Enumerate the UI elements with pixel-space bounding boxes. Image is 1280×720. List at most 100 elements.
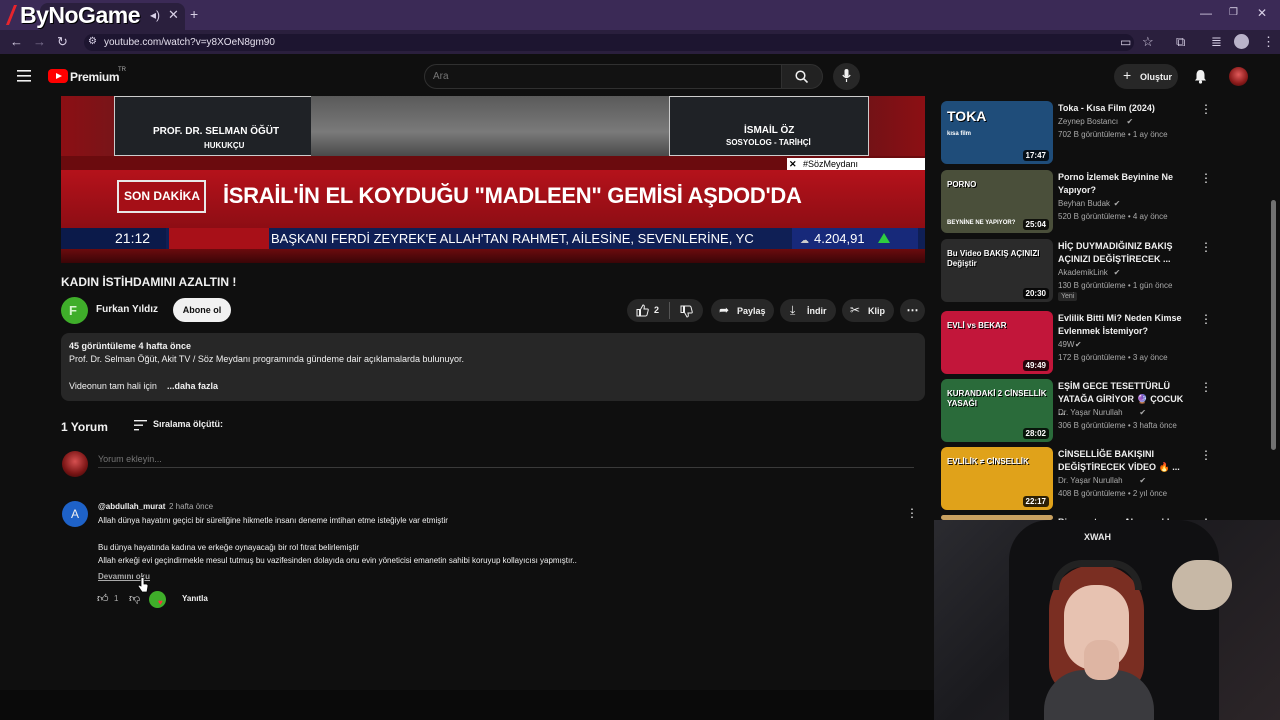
channel-name[interactable]: Furkan Yıldız — [96, 304, 158, 315]
bynogame-logo-icon — [6, 5, 17, 25]
creator-heart-avatar: ♥ — [149, 591, 166, 608]
recommendation-channel[interactable]: 49W — [1058, 340, 1074, 349]
recommendation-meta: 130 B görüntüleme • 1 gün önce — [1058, 281, 1173, 290]
clip-button[interactable]: ✂ Klip — [842, 299, 894, 322]
recommendation-channel[interactable]: Dr. Yaşar Nurullah — [1058, 476, 1123, 485]
recommendation-title[interactable]: Porno İzlemek Beyinine Ne Yapıyor? — [1058, 171, 1188, 197]
comment-like-count: 1 — [114, 594, 119, 603]
video-title: KADIN İSTİHDAMINI AZALTIN ! — [61, 275, 237, 289]
recommendation-channel[interactable]: Beyhan Budak — [1058, 199, 1110, 208]
search-input[interactable] — [433, 68, 733, 84]
video-duration: 49:49 — [1022, 360, 1049, 371]
x-logo-icon: ✕ — [789, 159, 797, 169]
recommendation-title[interactable]: Evlilik Bitti Mi? Neden Kimse Evlenmek İ… — [1058, 312, 1188, 338]
market-index: 4.204,91 — [814, 231, 865, 246]
minimize-icon[interactable]: — — [1200, 7, 1212, 19]
sort-label[interactable]: Sıralama ölçütü: — [153, 419, 223, 429]
recommendation-title[interactable]: Toka - Kısa Film (2024) — [1058, 102, 1188, 115]
recommendation-channel[interactable]: AkademikLink — [1058, 268, 1108, 277]
video-thumbnail[interactable]: EVLİLİK ≠ CİNSELLİK 22:17 — [941, 447, 1053, 510]
create-label: Oluştur — [1140, 72, 1173, 82]
comment-dislike-icon[interactable]: 👎︎ — [129, 592, 140, 605]
comment-count: 1 Yorum — [61, 420, 108, 434]
recommendation-menu-icon[interactable]: ⋮ — [1200, 313, 1212, 325]
thumbnail-text: EVLİ vs BEKAR — [947, 321, 1007, 330]
window-close-icon[interactable]: ✕ — [1257, 7, 1267, 19]
heart-icon: ♥ — [158, 598, 163, 607]
site-info-icon[interactable]: ⚙ — [88, 37, 97, 47]
recommendation-menu-icon[interactable]: ⋮ — [1200, 172, 1212, 184]
reload-icon[interactable]: ↻ — [57, 35, 68, 48]
tab-close-icon[interactable]: ✕ — [168, 8, 179, 21]
account-avatar[interactable] — [1229, 67, 1248, 86]
comment-input[interactable] — [98, 452, 913, 466]
recommendation-meta: 702 B görüntüleme • 1 ay önce — [1058, 130, 1168, 139]
video-player[interactable]: PROF. DR. SELMAN ÖĞÜT HUKUKÇU İSMAİL ÖZ … — [61, 96, 925, 263]
restore-icon[interactable]: ❐ — [1229, 8, 1238, 18]
youtube-logo-icon[interactable] — [48, 69, 68, 83]
profile-avatar[interactable] — [1234, 34, 1249, 49]
description-stats: 45 görüntüleme 4 hafta önce — [69, 341, 192, 351]
recommendation-meta: 520 B görüntüleme • 4 ay önce — [1058, 212, 1168, 221]
video-thumbnail[interactable]: EVLİ vs BEKAR 49:49 — [941, 311, 1053, 374]
share-button[interactable]: ➦ Paylaş — [711, 299, 774, 322]
recommendation-title[interactable]: HİÇ DUYMADIĞINIZ BAKIŞ AÇINIZI DEĞİŞTİRE… — [1058, 240, 1188, 266]
new-tab-icon[interactable]: + — [190, 7, 198, 21]
comment-line2: Bu dünya hayatında kadına ve erkeğe oyna… — [98, 543, 360, 552]
download-button[interactable]: ⤓ İndir — [780, 299, 836, 322]
video-thumbnail[interactable]: TOKA kısa film 17:47 — [941, 101, 1053, 164]
recommendation-channel[interactable]: Dr. Yaşar Nurullah — [1058, 408, 1123, 417]
verified-icon: ✔ — [1139, 408, 1147, 417]
comment-author[interactable]: @abdullah_murat — [98, 502, 165, 511]
reply-button[interactable]: Yanıtla — [182, 594, 208, 603]
video-thumbnail[interactable]: PORNO BEYNİNE NE YAPIYOR? 25:04 — [941, 170, 1053, 233]
thumbnail-subtext: kısa film — [947, 131, 972, 137]
recommendation-meta: 408 B görüntüleme • 2 yıl önce — [1058, 489, 1168, 498]
bookmark-star-icon[interactable]: ☆ — [1142, 35, 1154, 48]
recommendation-menu-icon[interactable]: ⋮ — [1200, 449, 1212, 461]
scrollbar[interactable] — [1271, 200, 1276, 450]
download-icon: ⤓ — [790, 303, 796, 317]
thumbnail-text: Bu Video BAKIŞ AÇINIZI Değiştir — [947, 249, 1040, 268]
more-actions-icon[interactable]: ⋯ — [900, 299, 925, 322]
create-button[interactable]: + Oluştur — [1114, 64, 1178, 89]
extensions-icon[interactable]: ⧉ — [1176, 35, 1185, 48]
recommendation-title[interactable]: CİNSELLİĞE BAKIŞINI DEĞİŞTİRECEK VİDEO 🔥… — [1058, 448, 1188, 474]
dislike-icon[interactable] — [680, 305, 693, 318]
browser-menu-icon[interactable]: ⋮ — [1262, 35, 1275, 48]
recommendation-menu-icon[interactable]: ⋮ — [1200, 381, 1212, 393]
comment-menu-icon[interactable]: ⋮ — [906, 506, 918, 520]
youtube-brand[interactable]: Premium — [70, 70, 120, 84]
clip-label: Klip — [868, 306, 885, 316]
hamburger-menu-icon[interactable] — [17, 70, 31, 82]
video-duration: 17:47 — [1022, 150, 1049, 161]
download-label: İndir — [807, 306, 827, 316]
comment-time[interactable]: 2 hafta önce — [169, 502, 213, 511]
video-thumbnail[interactable]: KURANDAKİ 2 CİNSELLİK YASAĞI 28:02 — [941, 379, 1053, 442]
breaking-label: SON DAKİKA — [124, 189, 201, 203]
streamer-webcam: XWAH — [934, 520, 1280, 720]
commenter-avatar[interactable]: A — [62, 501, 88, 527]
recommendation-channel[interactable]: Zeynep Bostancı — [1058, 117, 1118, 126]
back-icon[interactable]: ← — [10, 35, 23, 48]
verified-icon: ✔ — [1126, 117, 1134, 126]
install-app-icon[interactable]: ▭ — [1120, 36, 1131, 48]
video-thumbnail[interactable]: Bu Video BAKIŞ AÇINIZI Değiştir 20:30 — [941, 239, 1053, 302]
comment-like-icon[interactable]: 👍︎ — [97, 592, 109, 605]
subscribe-button[interactable]: Abone ol — [173, 298, 231, 322]
recommendation-menu-icon[interactable]: ⋮ — [1200, 103, 1212, 115]
like-icon[interactable] — [636, 304, 649, 317]
media-controls-icon[interactable]: ≣ — [1211, 35, 1222, 48]
sort-icon[interactable] — [134, 420, 147, 431]
like-count: 2 — [654, 305, 660, 315]
video-duration: 25:04 — [1022, 219, 1049, 230]
scissors-icon: ✂ — [850, 303, 861, 317]
recommendation-menu-icon[interactable]: ⋮ — [1200, 241, 1212, 253]
forward-icon[interactable]: → — [33, 35, 46, 48]
notifications-bell-icon[interactable] — [1194, 69, 1207, 84]
recommendation-meta: 172 B görüntüleme • 3 ay önce — [1058, 353, 1168, 362]
channel-avatar[interactable]: F — [61, 297, 88, 324]
description-more-link[interactable]: ...daha fazla — [167, 381, 218, 391]
guest-left-name: PROF. DR. SELMAN ÖĞÜT — [153, 126, 280, 137]
browser-tab-bar: ByNoGame ◂) ✕ + — ❐ ✕ — [0, 0, 1280, 30]
